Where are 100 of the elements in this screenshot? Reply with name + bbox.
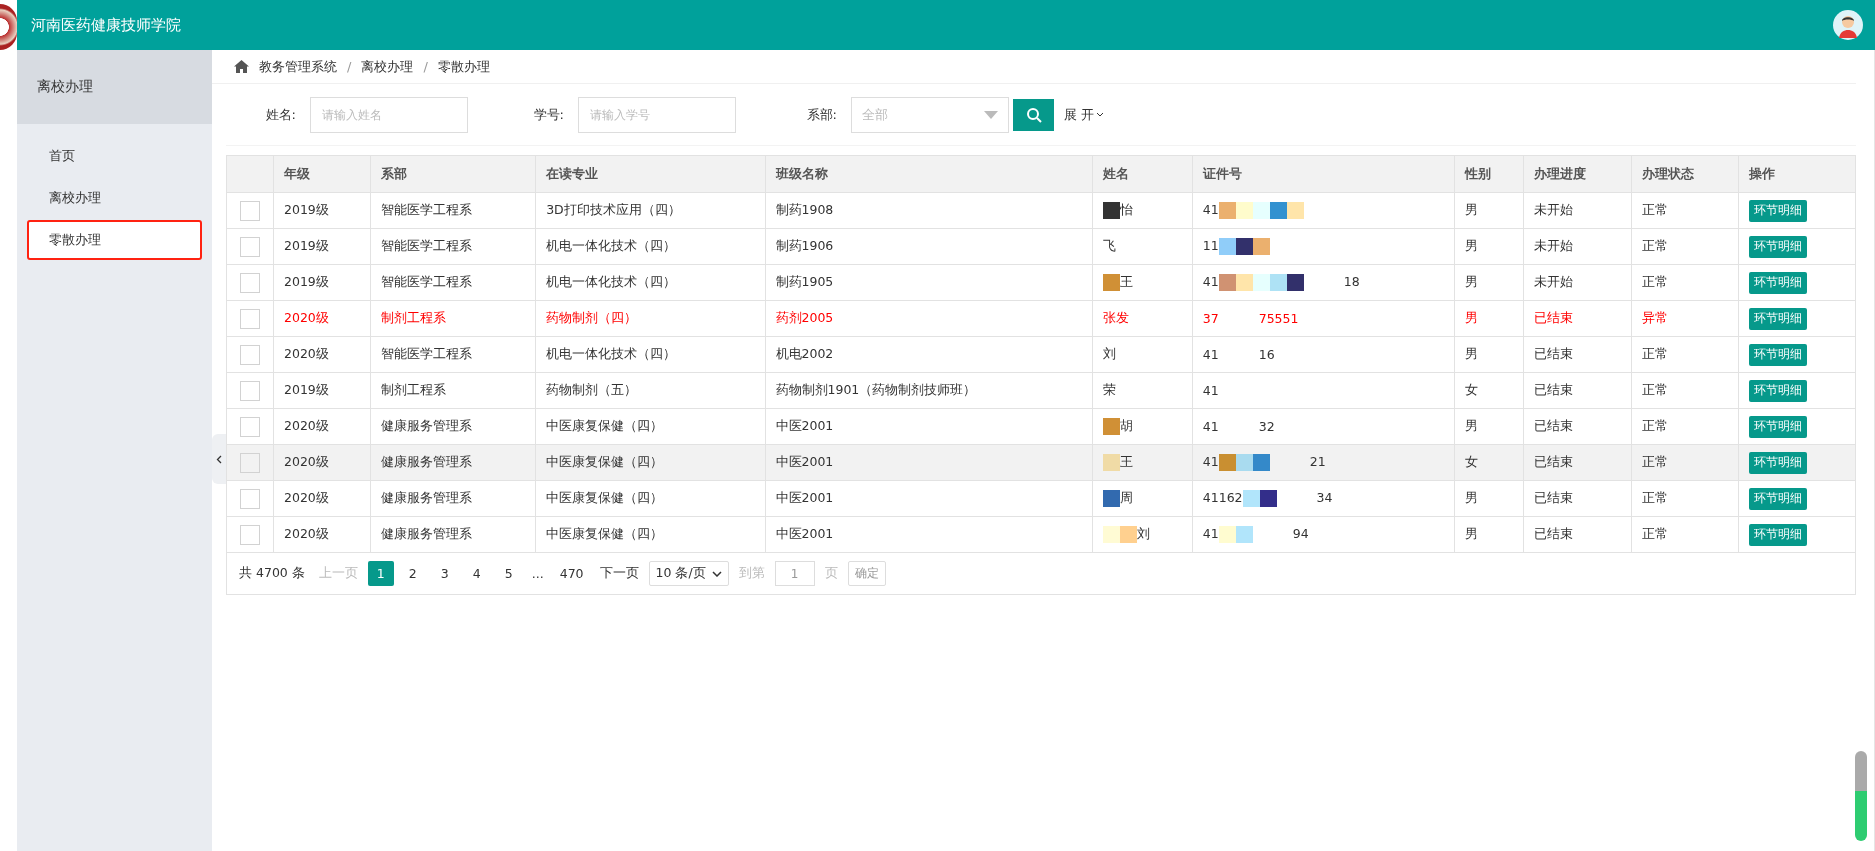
- table-cell: 机电2002: [765, 336, 1093, 373]
- next-page-link[interactable]: 下一页: [595, 565, 643, 582]
- table-cell: 智能医学工程系: [370, 192, 536, 229]
- id-prefix: 41: [1202, 419, 1219, 434]
- details-button[interactable]: 环节明细: [1749, 487, 1808, 510]
- details-button[interactable]: 环节明细: [1749, 271, 1808, 294]
- breadcrumb-separator: /: [347, 59, 352, 74]
- table-cell: 制药1905: [765, 264, 1093, 301]
- column-header: 系部: [370, 155, 536, 193]
- table-cell: 2020级: [273, 336, 371, 373]
- table-row[interactable]: 2019级 制剂工程系 药物制剂（五） 药物制剂1901（药物制剂技师班） 荣 41 女 已结束 正常 环节明细: [226, 372, 1856, 409]
- row-checkbox[interactable]: [240, 488, 260, 509]
- id-suffix: 16: [1258, 347, 1275, 362]
- table-cell: 健康服务管理系: [370, 516, 536, 553]
- details-button[interactable]: 环节明细: [1749, 415, 1808, 438]
- name-text: 周: [1119, 490, 1133, 505]
- name-field[interactable]: 请输入姓名: [310, 96, 468, 133]
- row-checkbox[interactable]: [240, 416, 260, 437]
- page-unit-label: 页: [823, 565, 839, 582]
- name-text: 刘: [1136, 526, 1150, 541]
- table-cell: 男: [1454, 480, 1524, 517]
- student-id-field[interactable]: 请输入学号: [578, 96, 736, 133]
- table-cell: 中医康复保健（四）: [535, 444, 765, 481]
- table-cell: 男: [1454, 336, 1524, 373]
- page-button[interactable]: 4: [463, 561, 490, 586]
- table-cell: 男: [1454, 300, 1524, 337]
- search-button[interactable]: [1013, 98, 1054, 131]
- chevron-left-icon: [216, 454, 222, 464]
- details-button[interactable]: 环节明细: [1749, 343, 1808, 366]
- table-cell: 机电一体化技术（四）: [535, 228, 765, 265]
- page-button[interactable]: 3: [431, 561, 458, 586]
- table-row[interactable]: 2020级 智能医学工程系 机电一体化技术（四） 机电2002 刘 41 16 男 已结束 正常 环节明细: [226, 336, 1856, 373]
- row-checkbox[interactable]: [240, 308, 260, 329]
- id-prefix: 41: [1202, 202, 1219, 217]
- name-text: 胡: [1119, 418, 1133, 433]
- id-suffix: 75551: [1258, 311, 1299, 326]
- collapse-handle[interactable]: [212, 434, 226, 484]
- table-cell: 男: [1454, 228, 1524, 265]
- table-cell: 制剂工程系: [370, 300, 536, 337]
- table-cell: 药物制剂（五）: [535, 372, 765, 409]
- table-cell: 已结束: [1523, 480, 1632, 517]
- table-cell: 正常: [1631, 516, 1739, 553]
- table-row[interactable]: 2019级 智能医学工程系 3D打印技术应用（四） 制药1908 怡 41 男 未开始 正常 环节明细: [226, 192, 1856, 229]
- breadcrumb-item[interactable]: 离校办理: [361, 57, 414, 76]
- details-button[interactable]: 环节明细: [1749, 307, 1808, 330]
- row-checkbox[interactable]: [240, 452, 260, 473]
- expand-toggle[interactable]: 展 开: [1064, 105, 1105, 124]
- details-button[interactable]: 环节明细: [1749, 199, 1808, 222]
- breadcrumb-item[interactable]: 教务管理系统: [259, 57, 337, 76]
- table-row[interactable]: 2020级 健康服务管理系 中医康复保健（四） 中医2001 王 41 21 女 已结束 正常 环节明细: [226, 444, 1856, 481]
- table-cell: 2020级: [273, 408, 371, 445]
- sidebar-item[interactable]: 离校办理: [27, 178, 202, 218]
- row-checkbox[interactable]: [240, 272, 260, 293]
- table-cell: 男: [1454, 516, 1524, 553]
- column-header: 年级: [273, 155, 371, 193]
- breadcrumb-item[interactable]: 零散办理: [437, 57, 490, 76]
- table-row[interactable]: 2019级 智能医学工程系 机电一体化技术（四） 制药1906 飞 11 男 未开始 正常 环节明细: [226, 228, 1856, 265]
- table-row[interactable]: 2020级 制剂工程系 药物制剂（四） 药剂2005 张发 37 75551 男 已结束 异常 环节明细: [226, 300, 1856, 337]
- page-button[interactable]: 5: [495, 561, 522, 586]
- row-checkbox[interactable]: [240, 524, 260, 545]
- details-button[interactable]: 环节明细: [1749, 451, 1808, 474]
- table-cell: 异常: [1631, 300, 1739, 337]
- page-button[interactable]: 1: [367, 561, 394, 586]
- table-row[interactable]: 2020级 健康服务管理系 中医康复保健（四） 中医2001 胡 41 32 男 已结束 正常 环节明细: [226, 408, 1856, 445]
- table-cell: 中医2001: [765, 408, 1093, 445]
- page-button[interactable]: 2: [399, 561, 426, 586]
- avatar-icon[interactable]: [1833, 10, 1863, 40]
- id-prefix: 41: [1202, 383, 1219, 398]
- table-cell: 中医康复保健（四）: [535, 480, 765, 517]
- table-cell: 中医2001: [765, 516, 1093, 553]
- total-count: 共 4700 条: [238, 565, 306, 582]
- sidebar-item[interactable]: 首页: [27, 136, 202, 176]
- table-cell: 中医康复保健（四）: [535, 408, 765, 445]
- row-checkbox[interactable]: [240, 200, 260, 221]
- table-cell: 中医2001: [765, 444, 1093, 481]
- column-header: 在读专业: [535, 155, 765, 193]
- row-checkbox[interactable]: [240, 344, 260, 365]
- details-button[interactable]: 环节明细: [1749, 235, 1808, 258]
- page-size-select[interactable]: 10 条/页: [648, 561, 729, 586]
- name-label: 姓名:: [264, 105, 297, 124]
- details-button[interactable]: 环节明细: [1749, 523, 1808, 546]
- table-row[interactable]: 2019级 智能医学工程系 机电一体化技术（四） 制药1905 王 41 18 男 未开始 正常 环节明细: [226, 264, 1856, 301]
- row-checkbox[interactable]: [240, 236, 260, 257]
- id-suffix: 18: [1343, 274, 1360, 289]
- table-cell: 未开始: [1523, 264, 1632, 301]
- table-cell: 2020级: [273, 300, 371, 337]
- logo-icon: [0, 4, 17, 50]
- page-button[interactable]: 470: [553, 561, 590, 586]
- table-row[interactable]: 2020级 健康服务管理系 中医康复保健（四） 中医2001 刘 41 94 男 已结束 正常 环节明细: [226, 516, 1856, 553]
- details-button[interactable]: 环节明细: [1749, 379, 1808, 402]
- table-cell: 2020级: [273, 516, 371, 553]
- id-prefix: 41: [1202, 347, 1219, 362]
- table-row[interactable]: 2020级 健康服务管理系 中医康复保健（四） 中医2001 周 41162 34 男 已结束 正常 环节明细: [226, 480, 1856, 517]
- row-checkbox[interactable]: [240, 380, 260, 401]
- app-title: 河南医药健康技师学院: [31, 15, 181, 35]
- chevron-down-icon: [711, 570, 722, 577]
- table-cell: 女: [1454, 372, 1524, 409]
- sidebar-item[interactable]: 零散办理: [27, 220, 202, 260]
- department-label: 系部:: [805, 105, 838, 124]
- table-cell: 女: [1454, 444, 1524, 481]
